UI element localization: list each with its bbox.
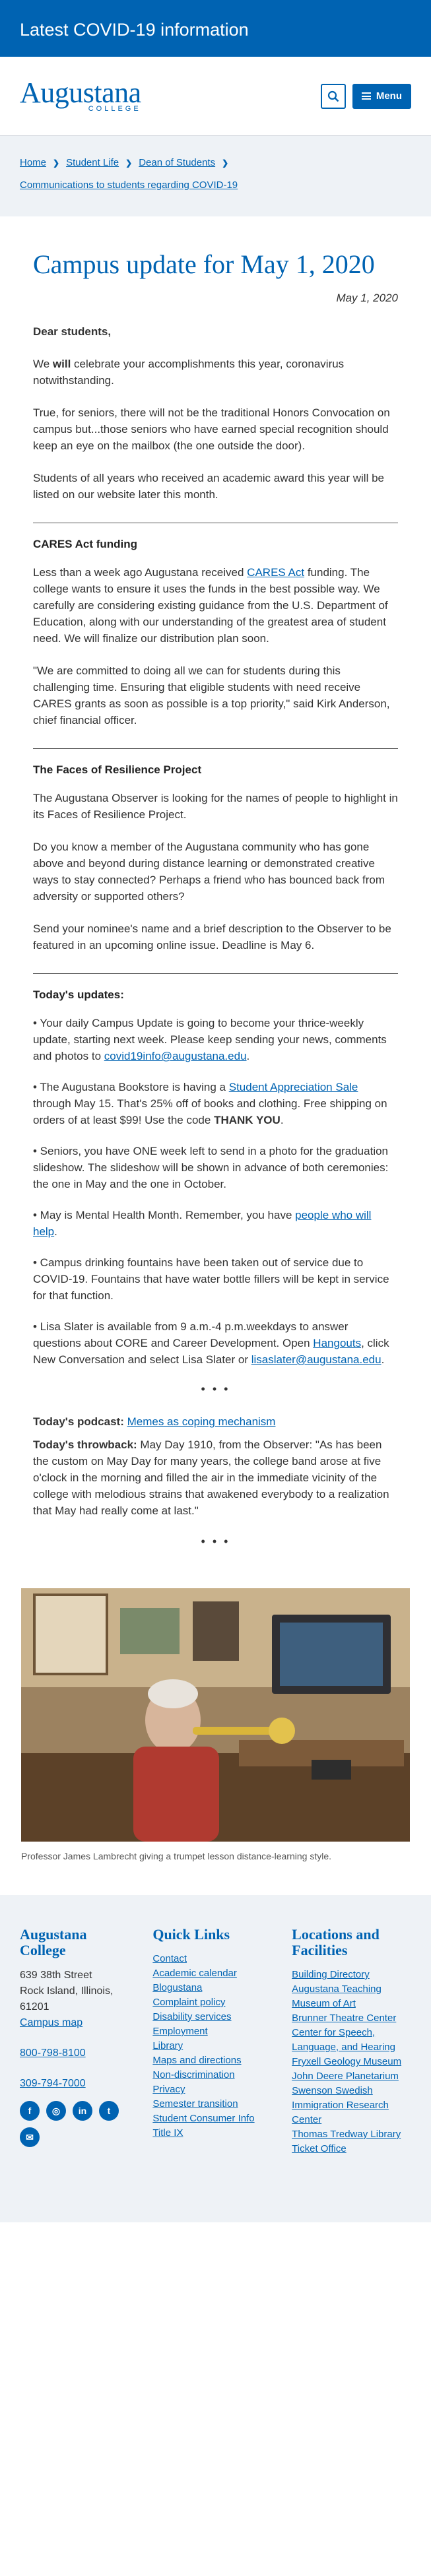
cares-paragraph: Less than a week ago Augustana received …	[33, 566, 388, 645]
hangouts-link[interactable]: Hangouts	[313, 1337, 361, 1349]
quick-link[interactable]: Academic calendar	[152, 1966, 272, 1981]
footer-quick-links: Quick Links Contact Academic calendar Bl…	[152, 1927, 272, 2156]
article-date: May 1, 2020	[336, 292, 398, 304]
divider	[33, 748, 398, 749]
footer-address-line: 61201	[20, 2001, 50, 2012]
intro-paragraph: We will celebrate your accomplishments t…	[33, 358, 345, 387]
cares-heading: CARES Act funding	[33, 538, 138, 550]
quick-link[interactable]: Employment	[152, 2024, 272, 2039]
covid-email-link[interactable]: covid19info@augustana.edu	[104, 1050, 247, 1062]
resilience-paragraph-3: Send your nominee's name and a brief des…	[33, 922, 391, 951]
menu-button[interactable]: Menu	[352, 83, 411, 109]
site-header: Augustana COLLEGE Menu	[0, 57, 431, 136]
seniors-paragraph: True, for seniors, there will not be the…	[33, 406, 390, 452]
chevron-right-icon: ❯	[222, 158, 229, 168]
resilience-paragraph-1: The Augustana Observer is looking for th…	[33, 792, 398, 821]
podcast-line: Today's podcast: Memes as coping mechani…	[33, 1415, 276, 1428]
breadcrumb-dean-of-students[interactable]: Dean of Students	[139, 152, 215, 174]
breadcrumb-covid-communications[interactable]: Communications to students regarding COV…	[20, 174, 238, 197]
podcast-link[interactable]: Memes as coping mechanism	[127, 1415, 276, 1428]
updates-heading: Today's updates:	[33, 988, 124, 1001]
menu-label: Menu	[376, 90, 402, 102]
footer-locations: Locations and Facilities Building Direct…	[292, 1927, 411, 2156]
lisa-slater-email-link[interactable]: lisaslater@augustana.edu	[251, 1353, 381, 1366]
phone-link-2[interactable]: 309-794-7000	[20, 2076, 133, 2092]
quick-link[interactable]: Privacy	[152, 2082, 272, 2097]
hamburger-icon	[361, 92, 371, 100]
quick-link[interactable]: Student Consumer Info	[152, 2111, 272, 2126]
breadcrumb: Home ❯ Student Life ❯ Dean of Students ❯…	[0, 136, 431, 216]
footer-college-heading: Augustana College	[20, 1926, 87, 1958]
quick-link[interactable]: Title IX	[152, 2126, 272, 2141]
updates-section: Today's updates: • Your daily Campus Upd…	[33, 988, 398, 1368]
update-item: • The Augustana Bookstore is having a St…	[33, 1081, 387, 1126]
augustana-logo[interactable]: Augustana COLLEGE	[20, 76, 141, 113]
location-link[interactable]: Brunner Theatre Center	[292, 2011, 411, 2026]
update-item: • Campus drinking fountains have been ta…	[33, 1256, 389, 1302]
quick-link[interactable]: Blogustana	[152, 1981, 272, 1995]
search-icon	[327, 90, 339, 102]
location-link[interactable]: John Deere Planetarium	[292, 2069, 411, 2084]
quick-link[interactable]: Non-discrimination	[152, 2068, 272, 2082]
update-item: • Your daily Campus Update is going to b…	[33, 1017, 387, 1062]
twitter-icon[interactable]: t	[99, 2101, 119, 2121]
photo-caption: Professor James Lambrecht giving a trump…	[21, 1851, 331, 1861]
separator: • • •	[201, 1382, 230, 1396]
student-appreciation-sale-link[interactable]: Student Appreciation Sale	[229, 1081, 358, 1093]
email-icon[interactable]: ✉	[20, 2127, 40, 2147]
location-link[interactable]: Augustana Teaching Museum of Art	[292, 1982, 411, 2011]
quick-link[interactable]: Semester transition	[152, 2097, 272, 2111]
divider	[33, 973, 398, 974]
campus-map-link[interactable]: Campus map	[20, 2015, 133, 2031]
footer-college-info: Augustana College 639 38th Street Rock I…	[20, 1927, 133, 2156]
quick-link[interactable]: Disability services	[152, 2010, 272, 2024]
footer-address-line: 639 38th Street	[20, 1970, 92, 1981]
social-links: f ◎ in t ✉	[20, 2101, 119, 2147]
cares-quote: "We are committed to doing all we can fo…	[33, 664, 390, 726]
location-link[interactable]: Ticket Office	[292, 2142, 411, 2156]
location-link[interactable]: Building Directory	[292, 1968, 411, 1982]
covid-alert-link[interactable]: Latest COVID-19 information	[20, 20, 249, 40]
quick-link[interactable]: Maps and directions	[152, 2053, 272, 2068]
covid-alert-bar[interactable]: Latest COVID-19 information	[0, 0, 431, 57]
update-item: • Seniors, you have ONE week left to sen…	[33, 1145, 389, 1190]
article: Campus update for May 1, 2020 May 1, 202…	[0, 216, 431, 1549]
update-item: • May is Mental Health Month. Remember, …	[33, 1209, 372, 1238]
location-link[interactable]: Center for Speech, Language, and Hearing	[292, 2026, 411, 2055]
phone-link-1[interactable]: 800-798-8100	[20, 2045, 133, 2061]
breadcrumb-home[interactable]: Home	[20, 152, 46, 174]
quick-link[interactable]: Library	[152, 2039, 272, 2053]
cares-act-link[interactable]: CARES Act	[247, 566, 304, 579]
quick-links-heading: Quick Links	[152, 1926, 230, 1943]
resilience-paragraph-2: Do you know a member of the Augustana co…	[33, 841, 385, 903]
awards-paragraph: Students of all years who received an ac…	[33, 472, 384, 501]
footer-address-line: Rock Island, Illinois,	[20, 1985, 114, 1997]
page-title: Campus update for May 1, 2020	[33, 249, 375, 279]
site-footer: Augustana College 639 38th Street Rock I…	[0, 1895, 431, 2222]
location-link[interactable]: Thomas Tredway Library	[292, 2127, 411, 2142]
location-link[interactable]: Swenson Swedish Immigration Research Cen…	[292, 2084, 411, 2127]
logo-name: Augustana	[20, 76, 141, 109]
search-button[interactable]	[320, 83, 346, 109]
chevron-right-icon: ❯	[53, 158, 60, 168]
header-buttons: Menu	[320, 83, 411, 109]
trumpet-lesson-photo	[21, 1588, 410, 1842]
photo-section: Professor James Lambrecht giving a trump…	[0, 1566, 431, 1863]
quick-link[interactable]: Contact	[152, 1952, 272, 1966]
quick-link[interactable]: Complaint policy	[152, 1995, 272, 2010]
photo-illustration	[21, 1588, 410, 1842]
location-link[interactable]: Fryxell Geology Museum	[292, 2055, 411, 2069]
locations-heading: Locations and Facilities	[292, 1926, 380, 1958]
update-item: • Lisa Slater is available from 9 a.m.-4…	[33, 1320, 389, 1366]
instagram-icon[interactable]: ◎	[46, 2101, 66, 2121]
linkedin-icon[interactable]: in	[73, 2101, 92, 2121]
separator: • • •	[201, 1535, 230, 1548]
breadcrumb-student-life[interactable]: Student Life	[66, 152, 119, 174]
greeting: Dear students,	[33, 325, 112, 338]
throwback-paragraph: Today's throwback: May Day 1910, from th…	[33, 1438, 389, 1517]
chevron-right-icon: ❯	[125, 158, 133, 168]
facebook-icon[interactable]: f	[20, 2101, 40, 2121]
resilience-heading: The Faces of Resilience Project	[33, 763, 202, 776]
